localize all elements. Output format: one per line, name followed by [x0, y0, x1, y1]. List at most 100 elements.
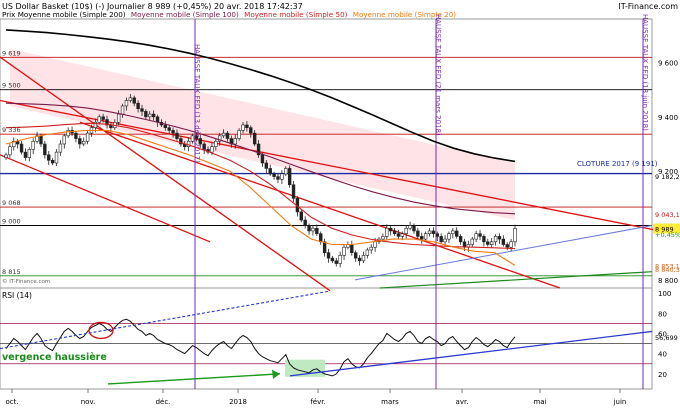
candle-body: [8, 146, 12, 156]
candle-body: [210, 146, 214, 153]
candle-body: [486, 241, 490, 245]
legend-sma50: Moyenne mobile (Simple 50): [244, 10, 348, 19]
candle-body: [214, 140, 218, 148]
candle-body: [319, 233, 323, 243]
candle-body: [326, 252, 331, 259]
right-tick-label: 9 600: [658, 59, 678, 67]
rsi-last-label: 56,699: [655, 334, 678, 342]
candle-body: [361, 255, 366, 262]
x-tick-label: 2018: [229, 398, 247, 406]
candle-body: [284, 168, 288, 175]
rsi-tick-label: 100: [658, 290, 671, 298]
candle-body: [385, 227, 389, 237]
candle-body: [116, 113, 121, 123]
candle-body: [307, 225, 311, 232]
rsi-tick-label: 80: [658, 310, 667, 318]
candle-body: [19, 143, 24, 153]
candle-body: [136, 102, 140, 109]
x-tick-label: juin: [613, 398, 627, 406]
candle-body: [225, 132, 230, 139]
cloture-label: CLOTURE 2017 (9 191): [577, 160, 658, 168]
chart-window: US Dollar Basket (10$) (-) Journalier 8 …: [0, 0, 680, 409]
candle-body: [78, 138, 82, 145]
fed-label-mars: HAUSSE TAUX FED (21 mars 2018): [434, 14, 442, 136]
candle-body: [62, 135, 66, 145]
candle-body: [31, 140, 35, 150]
candle-body: [272, 173, 276, 177]
legend-sma100: Moyenne mobile (Simple 100): [131, 10, 239, 19]
candle-body: [451, 230, 455, 234]
candle-body: [287, 168, 292, 186]
left-level-label: 8 815: [2, 268, 21, 276]
right-value-label: 8 840,3: [655, 266, 680, 274]
divergence-label: vergence haussière: [2, 352, 107, 363]
left-level-label: 9 619: [2, 49, 21, 57]
candle-body: [458, 236, 463, 243]
candle-body: [4, 154, 8, 158]
candle-body: [357, 257, 362, 262]
candle-body: [23, 151, 28, 158]
candle-body: [392, 230, 397, 234]
x-tick-label: oct.: [5, 398, 18, 406]
candle-body: [322, 241, 327, 253]
candle-body: [202, 143, 206, 150]
fed-label-juin: HAUSSE TAUX FED (13 juin 2018): [641, 14, 649, 131]
candle-body: [237, 130, 241, 139]
candle-body: [27, 149, 32, 158]
legend-sma200: Prix Moyenne mobile (Simple 200): [2, 10, 126, 19]
candle-body: [350, 244, 354, 253]
x-tick-label: févr.: [310, 398, 325, 406]
x-tick-label: mars: [381, 398, 399, 406]
left-level-label: 9 068: [2, 199, 21, 207]
candle-body: [54, 151, 59, 164]
candle-body: [416, 230, 420, 237]
background: [0, 0, 680, 409]
left-level-label: 9 336: [2, 126, 21, 134]
candle-body: [101, 116, 105, 120]
brand-label: IT-Finance.com: [618, 2, 678, 11]
candle-body: [120, 105, 125, 115]
candle-body: [299, 211, 303, 221]
candle-body: [171, 130, 175, 134]
candle-body: [373, 241, 377, 248]
candle-body: [144, 111, 148, 118]
candle-body: [264, 162, 269, 169]
fed-label-dec: HAUSSE TAUX FED (13 déc. 2017): [193, 44, 201, 163]
candle-body: [455, 230, 459, 237]
candle-body: [497, 236, 502, 240]
candle-body: [501, 238, 506, 245]
candle-body: [509, 241, 513, 248]
candle-body: [408, 225, 412, 229]
candle-body: [151, 113, 156, 118]
candle-body: [245, 124, 249, 128]
candle-body: [175, 132, 179, 139]
candle-body: [186, 140, 191, 148]
candle-body: [420, 236, 424, 240]
candle-body: [435, 233, 439, 237]
candle-body: [252, 132, 257, 145]
right-value-label: 9 182,2: [655, 173, 680, 181]
candle-body: [315, 227, 319, 234]
rsi-title: RSI (14): [2, 291, 32, 300]
x-tick-label: avr.: [456, 398, 469, 406]
candle-body: [124, 100, 129, 107]
candle-body: [241, 124, 245, 131]
candle-body: [381, 236, 385, 240]
candle-body: [400, 233, 405, 237]
candle-body: [311, 227, 315, 232]
candle-body: [369, 246, 373, 251]
right-value-label: +0,45%: [655, 231, 680, 239]
right-tick-label: 8 800: [658, 277, 678, 285]
candle-body: [353, 252, 358, 259]
candle-body: [427, 230, 432, 234]
candle-body: [474, 233, 478, 240]
candle-body: [276, 176, 280, 180]
rsi-tick-label: 40: [658, 351, 667, 359]
candle-body: [404, 227, 408, 234]
candle-body: [82, 140, 86, 145]
candle-body: [74, 132, 78, 139]
candle-body: [85, 132, 90, 142]
candle-body: [330, 257, 335, 262]
candle-body: [163, 124, 168, 128]
candle-body: [167, 127, 171, 131]
